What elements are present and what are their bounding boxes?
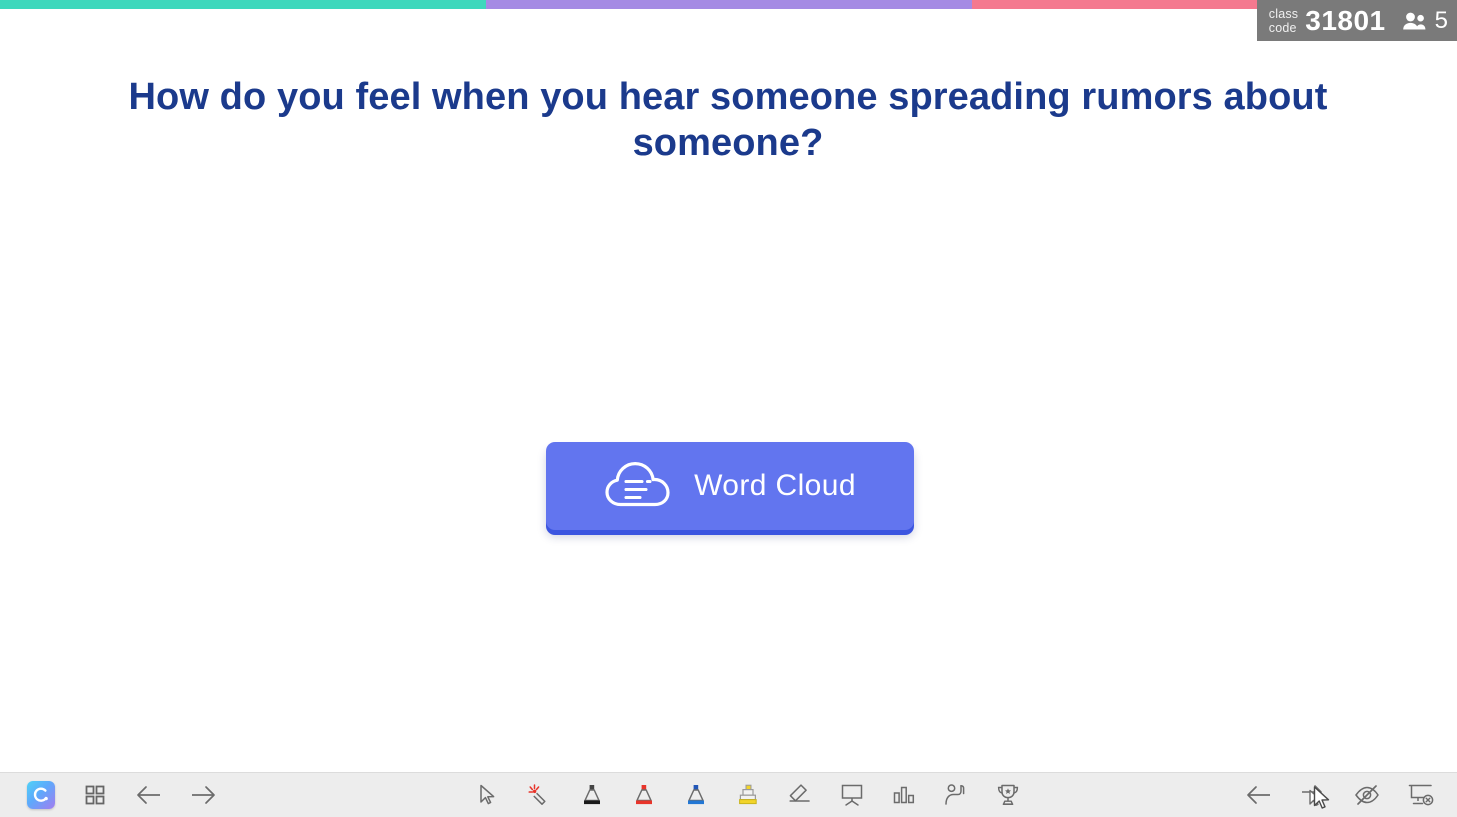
class-code-value: 31801 [1305, 4, 1386, 36]
arrow-left-icon [135, 784, 163, 806]
class-code-badge[interactable]: class code 31801 5 [1256, 0, 1457, 41]
eraser-tool[interactable] [786, 780, 814, 810]
next-slide-button[interactable] [189, 780, 217, 810]
pen-icon [683, 782, 709, 808]
highlighter-tool[interactable] [734, 780, 762, 810]
highlighter-icon [735, 782, 761, 808]
previous-slide-button[interactable] [135, 780, 163, 810]
arrow-right-cursor-icon [1299, 783, 1327, 807]
class-code-label-line1: class [1268, 6, 1299, 21]
end-presentation-icon [1407, 783, 1435, 807]
leaderboard-tool[interactable] [994, 780, 1022, 810]
pen-icon [631, 782, 657, 808]
end-presentation-button[interactable] [1407, 780, 1435, 810]
people-icon [1402, 11, 1428, 31]
quick-poll-tool[interactable] [890, 780, 918, 810]
classpoint-toolbar [0, 772, 1457, 817]
laser-pointer-tool[interactable] [526, 780, 554, 810]
word-cloud-button-label: Word Cloud [694, 469, 856, 502]
arrow-left-icon [1245, 784, 1273, 806]
top-bar-purple-segment [486, 0, 972, 9]
slide-grid-button[interactable] [81, 780, 109, 810]
pen-red-tool[interactable] [630, 780, 658, 810]
bar-chart-icon [891, 784, 917, 806]
pen-black-tool[interactable] [578, 780, 606, 810]
raise-hand-icon [943, 783, 969, 807]
hide-presentation-button[interactable] [1353, 780, 1381, 810]
laser-pointer-icon [527, 783, 553, 807]
pick-names-tool[interactable] [942, 780, 970, 810]
cursor-icon [479, 784, 497, 806]
toolbar-left-group [27, 780, 217, 810]
participant-count: 5 [1434, 6, 1448, 34]
class-code-label-line2: code [1268, 20, 1297, 35]
slide-question-title: How do you feel when you hear someone sp… [128, 76, 1328, 164]
word-cloud-icon [604, 459, 672, 513]
toolbar-right-group [1245, 780, 1435, 810]
classpoint-logo-icon[interactable] [27, 781, 55, 809]
eraser-icon [787, 783, 813, 807]
whiteboard-tool[interactable] [838, 780, 866, 810]
select-tool[interactable] [474, 780, 502, 810]
top-bar-teal-segment [0, 0, 486, 9]
grid-icon [85, 785, 105, 805]
eye-slash-icon [1353, 784, 1381, 806]
top-color-bar [0, 0, 1457, 9]
word-cloud-activity-button[interactable]: Word Cloud [546, 442, 914, 530]
arrow-right-icon [189, 784, 217, 806]
pen-blue-tool[interactable] [682, 780, 710, 810]
trophy-icon [995, 783, 1021, 807]
whiteboard-icon [839, 783, 865, 807]
participants-indicator: 5 [1402, 6, 1448, 34]
pen-icon [579, 782, 605, 808]
presentation-slide-view: class code 31801 5 How do you feel when … [0, 0, 1457, 817]
class-code-label: class code [1269, 7, 1298, 35]
toolbar-center-group [474, 780, 1022, 810]
back-button[interactable] [1245, 780, 1273, 810]
forward-pointer-button[interactable] [1299, 780, 1327, 810]
